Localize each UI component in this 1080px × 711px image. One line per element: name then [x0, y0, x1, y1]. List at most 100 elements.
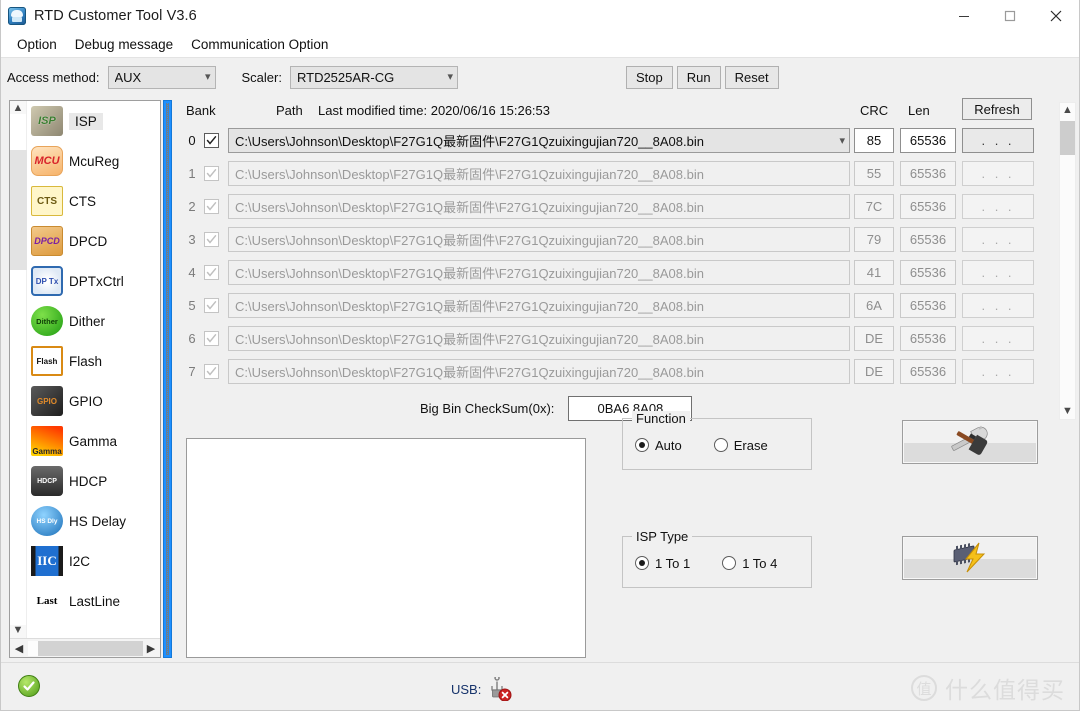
bank-browse-button[interactable]: . . . — [962, 227, 1034, 252]
sidebar-item-dither[interactable]: Dither Dither — [27, 301, 160, 341]
sidebar-item-mcureg[interactable]: MCU McuReg — [27, 141, 160, 181]
bank-crc-value: 79 — [854, 227, 894, 252]
radio-1to4-dot — [722, 556, 737, 570]
radio-1to1-label: 1 To 1 — [655, 555, 691, 571]
bank-path-value: C:\Users\Johnson\Desktop\F27G1Q最新固件\F27G… — [235, 167, 704, 182]
access-method-select[interactable]: AUX ▾ — [107, 65, 216, 89]
bank-path-select[interactable]: C:\Users\Johnson\Desktop\F27G1Q最新固件\F27G… — [228, 161, 850, 186]
scroll-down-icon[interactable]: ▼ — [1062, 406, 1073, 417]
bank-path-select[interactable]: C:\Users\Johnson\Desktop\F27G1Q最新固件\F27G… — [228, 260, 850, 285]
sidebar-item-gpio[interactable]: GPIO GPIO — [27, 381, 160, 421]
table-row: 0 C:\Users\Johnson\Desktop\F27G1Q最新固件\F27… — [180, 124, 1079, 157]
sidebar-item-lastline[interactable]: Last LastLine — [27, 581, 160, 621]
bank-path-select[interactable]: C:\Users\Johnson\Desktop\F27G1Q最新固件\F27G… — [228, 293, 850, 318]
bank-enable-checkbox[interactable] — [204, 265, 219, 280]
bank-len-value: 65536 — [900, 161, 956, 186]
bank-enable-checkbox[interactable] — [204, 133, 219, 148]
radio-auto[interactable]: Auto — [635, 438, 682, 453]
scroll-left-icon[interactable]: ◀ — [10, 642, 28, 655]
bank-browse-button[interactable]: . . . — [962, 161, 1034, 186]
sidebar-scroll-thumb[interactable] — [10, 150, 27, 270]
scaler-select[interactable]: RTD2525AR-CG ▾ — [289, 65, 458, 89]
menu-item-debug-message[interactable]: Debug message — [66, 35, 182, 54]
bank-crc-value: DE — [854, 326, 894, 351]
flash-button[interactable] — [902, 536, 1038, 580]
bank-browse-button[interactable]: . . . — [962, 293, 1034, 318]
sidebar-item-label: HDCP — [69, 473, 108, 489]
sidebar-vertical-scrollbar[interactable]: ▲ ▼ — [10, 101, 27, 638]
refresh-button-wrap: Refresh — [962, 98, 1032, 120]
bank-browse-button[interactable]: . . . — [962, 194, 1034, 219]
bank-crc-value: DE — [854, 359, 894, 384]
scroll-right-icon[interactable]: ▶ — [142, 642, 160, 655]
scroll-up-icon[interactable]: ▲ — [1062, 105, 1073, 116]
bank-len-value: 65536 — [900, 194, 956, 219]
isp-type-group-title: ISP Type — [632, 529, 693, 544]
radio-1to1[interactable]: 1 To 1 — [635, 556, 690, 571]
scroll-up-icon[interactable]: ▲ — [13, 103, 24, 114]
main-body: ▲ ▼ ISP ISP MCU McuReg CTS CTS DPCD DPCD DP Tx DP… — [1, 96, 1079, 662]
bank-vertical-scrollbar[interactable]: ▲ ▼ — [1059, 102, 1076, 420]
i2c-icon: IIC — [31, 546, 63, 576]
bank-enable-checkbox[interactable] — [204, 232, 219, 247]
access-method-value: AUX — [114, 69, 142, 85]
bank-path-select[interactable]: C:\Users\Johnson\Desktop\F27G1Q最新固件\F27G… — [228, 227, 850, 252]
panel-splitter[interactable] — [163, 100, 172, 658]
bank-enable-checkbox[interactable] — [204, 199, 219, 214]
bank-index: 1 — [188, 166, 196, 181]
tool-button[interactable] — [902, 420, 1038, 464]
sidebar-item-hs-delay[interactable]: HS Dly HS Delay — [27, 501, 160, 541]
scroll-down-icon[interactable]: ▼ — [13, 625, 24, 636]
sidebar-item-flash[interactable]: Flash Flash — [27, 341, 160, 381]
sidebar-item-dptxctrl[interactable]: DP Tx DPTxCtrl — [27, 261, 160, 301]
mcu-icon: MCU — [31, 146, 63, 176]
sidebar-scroll-track[interactable] — [10, 114, 27, 625]
close-button[interactable] — [1033, 0, 1079, 31]
radio-auto-label: Auto — [655, 437, 682, 453]
sidebar-item-cts[interactable]: CTS CTS — [27, 181, 160, 221]
sidebar-hscroll-track[interactable] — [28, 640, 143, 656]
bank-browse-button[interactable]: . . . — [962, 260, 1034, 285]
hdcp-icon: HDCP — [31, 466, 63, 496]
sidebar-item-dpcd[interactable]: DPCD DPCD — [27, 221, 160, 261]
sidebar-item-label: HS Delay — [69, 513, 127, 529]
bank-browse-button[interactable]: . . . — [962, 128, 1034, 153]
bank-enable-checkbox[interactable] — [204, 298, 219, 313]
menu-item-communication-option[interactable]: Communication Option — [182, 35, 337, 54]
bank-enable-checkbox[interactable] — [204, 166, 219, 181]
radio-erase[interactable]: Erase — [713, 438, 768, 453]
scaler-label: Scaler: — [241, 69, 282, 85]
bank-browse-button[interactable]: . . . — [962, 359, 1034, 384]
sidebar-item-hdcp[interactable]: HDCP HDCP — [27, 461, 160, 501]
content-panel: Bank Path Last modified time: 2020/06/16… — [172, 96, 1079, 662]
radio-1to4[interactable]: 1 To 4 — [722, 556, 777, 571]
bank-path-select[interactable]: C:\Users\Johnson\Desktop\F27G1Q最新固件\F27G… — [228, 326, 850, 351]
stop-button[interactable]: Stop — [626, 65, 673, 89]
bank-index: 2 — [188, 199, 196, 214]
sidebar-hscroll-thumb[interactable] — [38, 640, 143, 656]
maximize-button[interactable] — [987, 0, 1033, 31]
header-bank: Bank — [186, 102, 216, 118]
bank-len-value: 65536 — [900, 227, 956, 252]
bank-path-select[interactable]: C:\Users\Johnson\Desktop\F27G1Q最新固件\F27G… — [228, 359, 850, 384]
sidebar-item-i2c[interactable]: IIC I2C — [27, 541, 160, 581]
bank-len-value: 65536 — [900, 260, 956, 285]
run-button[interactable]: Run — [676, 65, 721, 89]
sidebar-item-gamma[interactable]: Gamma Gamma — [27, 421, 160, 461]
bank-enable-checkbox[interactable] — [204, 364, 219, 379]
sidebar-item-isp[interactable]: ISP ISP — [27, 101, 160, 141]
table-row: 7 C:\Users\Johnson\Desktop\F27G1Q最新固件\F27… — [180, 355, 1079, 388]
bank-enable-checkbox[interactable] — [204, 331, 219, 346]
menu-item-option[interactable]: Option — [8, 35, 66, 54]
bank-path-select[interactable]: C:\Users\Johnson\Desktop\F27G1Q最新固件\F27G… — [228, 194, 850, 219]
log-output[interactable] — [186, 438, 586, 658]
bank-crc-value: 85 — [854, 128, 894, 153]
reset-button[interactable]: Reset — [724, 65, 779, 89]
sidebar-horizontal-scrollbar[interactable]: ◀ ▶ — [10, 638, 160, 657]
refresh-button[interactable]: Refresh — [962, 98, 1032, 120]
bank-browse-button[interactable]: . . . — [962, 326, 1034, 351]
bank-path-select[interactable]: C:\Users\Johnson\Desktop\F27G1Q最新固件\F27G… — [228, 128, 850, 153]
bank-scroll-thumb[interactable] — [1060, 121, 1075, 155]
bank-path-value: C:\Users\Johnson\Desktop\F27G1Q最新固件\F27G… — [235, 332, 704, 347]
minimize-button[interactable] — [941, 0, 987, 31]
